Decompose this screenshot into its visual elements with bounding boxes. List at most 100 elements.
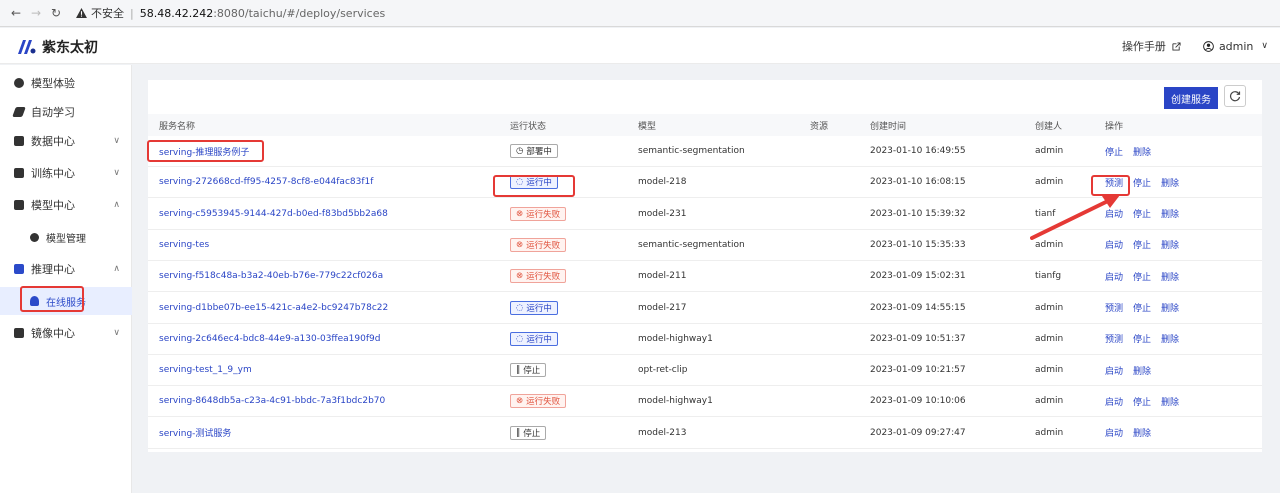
status-cell: ◌ 运行中 (510, 324, 558, 354)
creator-cell: admin (1035, 365, 1064, 376)
status-label: 运行中 (526, 334, 552, 345)
model-cell: model-213 (638, 427, 687, 438)
status-label: 停止 (523, 366, 541, 377)
status-badge: ⊗ 运行失败 (510, 394, 567, 409)
header-model: 模型 (638, 121, 657, 132)
service-name-link[interactable]: serving-tes (159, 230, 209, 260)
error-circle-icon: ⊗ (516, 271, 524, 282)
row-action-link[interactable]: 删除 (1133, 426, 1151, 439)
row-action-link[interactable]: 删除 (1161, 395, 1179, 408)
row-action-link[interactable]: 停止 (1133, 332, 1151, 345)
logo[interactable]: 紫东太初 (16, 37, 98, 57)
row-action-link[interactable]: 停止 (1105, 145, 1123, 158)
security-indicator[interactable]: 不安全 (76, 5, 124, 21)
status-badge: ◷ 部署中 (510, 144, 558, 158)
status-badge: ◌ 运行中 (510, 300, 558, 315)
service-name-link[interactable]: serving-d1bbe07b-ee15-421c-a4e2-bc9247b7… (159, 293, 388, 323)
row-action-link[interactable]: 停止 (1133, 176, 1151, 189)
manual-label: 操作手册 (1121, 40, 1166, 53)
row-action-link[interactable]: 启动 (1105, 426, 1123, 439)
status-badge: ⊗ 运行失败 (510, 206, 567, 221)
row-action-link[interactable]: 预测 (1105, 332, 1123, 345)
created-time-cell: 2023-01-09 09:27:47 (870, 427, 966, 438)
row-action-link[interactable]: 停止 (1133, 301, 1151, 314)
creator-cell: admin (1035, 146, 1064, 156)
table-row: serving-test_1_9_ym ‖ 停止 opt-ret-clip 2023-0… (148, 355, 1262, 387)
service-name-link[interactable]: serving-测试服务 (159, 418, 231, 448)
status-cell: ◷ 部署中 (510, 136, 558, 166)
creator-cell: admin (1035, 396, 1064, 407)
manual-link[interactable]: 操作手册 (1122, 38, 1181, 54)
sidebar-item-label: 推理中心 (31, 263, 75, 276)
row-action-link[interactable]: 删除 (1161, 332, 1179, 345)
status-label: 运行中 (526, 303, 552, 314)
settings-icon (30, 232, 39, 242)
model-cell: model-217 (638, 302, 687, 313)
forward-icon[interactable]: → (26, 6, 46, 20)
row-action-link[interactable]: 删除 (1161, 207, 1179, 220)
row-action-link[interactable]: 启动 (1105, 270, 1123, 283)
row-action-link[interactable]: 停止 (1133, 207, 1151, 220)
actions-cell: 启动 删除 (1105, 355, 1161, 385)
sidebar-item-training-center[interactable]: 训练中心 ∨ (0, 159, 132, 187)
created-time-cell: 2023-01-10 16:08:15 (870, 177, 966, 188)
row-action-link[interactable]: 删除 (1161, 176, 1179, 189)
model-cell: semantic-segmentation (638, 239, 745, 250)
service-name-link[interactable]: serving-2c646ec4-bdc8-44e9-a130-03ffea19… (159, 324, 380, 354)
reload-icon[interactable]: ↻ (46, 6, 66, 20)
app-header: 紫东太初 操作手册 admin ∨ (0, 28, 1280, 64)
grid-icon (14, 200, 24, 210)
created-time-cell: 2023-01-09 15:02:31 (870, 271, 966, 282)
user-menu[interactable]: admin ∨ (1203, 40, 1268, 53)
chevron-down-icon: ∨ (1261, 41, 1268, 51)
service-name-link[interactable]: serving-c5953945-9144-427d-b0ed-f83bd5bb… (159, 199, 388, 229)
row-action-link[interactable]: 启动 (1105, 395, 1123, 408)
service-name-link[interactable]: serving-272668cd-ff95-4257-8cf8-e044fac8… (159, 167, 373, 197)
row-action-link[interactable]: 删除 (1161, 270, 1179, 283)
sidebar-item-auto-learning[interactable]: 自动学习 (0, 98, 132, 126)
row-action-link[interactable]: 启动 (1105, 238, 1123, 251)
row-action-link[interactable]: 停止 (1133, 270, 1151, 283)
sidebar-item-model-center[interactable]: 模型中心 ∧ (0, 191, 132, 219)
created-time-cell: 2023-01-10 15:39:32 (870, 208, 966, 219)
back-icon[interactable]: ← (6, 6, 26, 20)
status-cell: ⊗ 运行失败 (510, 261, 567, 291)
creator-cell: admin (1035, 302, 1064, 313)
sidebar-item-inference-center[interactable]: 推理中心 ∧ (0, 255, 132, 283)
chevron-down-icon: ∨ (113, 328, 120, 338)
status-badge: ◌ 运行中 (510, 331, 558, 346)
sidebar-item-data-center[interactable]: 数据中心 ∨ (0, 127, 132, 155)
status-cell: ⊗ 运行失败 (510, 199, 567, 229)
row-action-link[interactable]: 删除 (1133, 364, 1151, 377)
actions-cell: 预测 停止 删除 (1105, 293, 1189, 323)
url-separator: | (130, 6, 134, 20)
status-label: 运行失败 (526, 397, 561, 408)
service-name-link[interactable]: serving-test_1_9_ym (159, 355, 252, 385)
row-action-link[interactable]: 停止 (1133, 238, 1151, 251)
header-service-name: 服务名称 (159, 121, 196, 132)
row-action-link[interactable]: 停止 (1133, 395, 1151, 408)
url-host: 58.48.42.242 (139, 6, 214, 20)
service-name-link[interactable]: serving-8648db5a-c23a-4c91-bbdc-7a3f1bdc… (159, 386, 385, 416)
header-resource: 资源 (810, 121, 829, 132)
service-name-link[interactable]: serving-f518c48a-b3a2-40eb-b76e-779c22cf… (159, 261, 383, 291)
row-action-link[interactable]: 删除 (1161, 238, 1179, 251)
row-action-link[interactable]: 预测 (1105, 301, 1123, 314)
address-bar[interactable]: 58.48.42.242:8080/taichu/#/deploy/servic… (140, 7, 386, 20)
train-icon (14, 168, 24, 178)
status-cell: ⊗ 运行失败 (510, 230, 567, 260)
chart-icon (14, 264, 24, 274)
row-action-link[interactable]: 删除 (1133, 145, 1151, 158)
sidebar-item-model-management[interactable]: 模型管理 (0, 223, 132, 251)
refresh-button[interactable] (1224, 85, 1246, 107)
header-created-time: 创建时间 (870, 121, 907, 132)
status-label: 运行失败 (526, 209, 561, 220)
row-action-link[interactable]: 删除 (1161, 301, 1179, 314)
creator-cell: admin (1035, 427, 1064, 438)
status-label: 停止 (523, 428, 541, 439)
sidebar-item-model-experience[interactable]: 模型体验 (0, 69, 132, 97)
chevron-down-icon: ∨ (113, 168, 120, 178)
create-service-button[interactable]: 创建服务 (1164, 87, 1218, 109)
row-action-link[interactable]: 启动 (1105, 364, 1123, 377)
sidebar-item-image-center[interactable]: 镜像中心 ∨ (0, 319, 132, 347)
